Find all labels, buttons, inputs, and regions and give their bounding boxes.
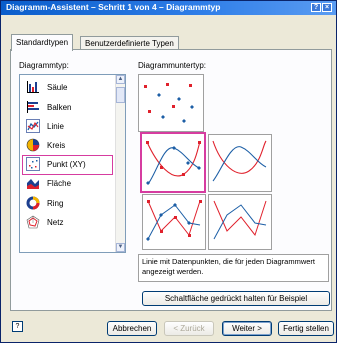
column-chart-icon [27,81,39,93]
scroll-up-button[interactable]: ▲ [116,75,125,84]
area-chart-icon [27,179,39,189]
next-button[interactable]: Weiter > [222,321,272,336]
finish-button[interactable]: Fertig stellen [278,321,334,336]
scroll-down-button[interactable]: ▼ [116,243,125,252]
list-item-doughnut[interactable]: Ring [23,195,112,213]
pie-chart-icon [26,138,40,152]
list-item-label: Linie [47,122,64,131]
hold-for-preview-button[interactable]: Schaltfläche gedrückt halten für Beispie… [142,291,330,306]
line-straight-preview [213,200,267,240]
chart-wizard-dialog: Diagramm-Assistent – Schritt 1 von 4 – D… [0,0,337,343]
radar-chart-icon [26,215,40,229]
window-title: Diagramm-Assistent – Schritt 1 von 4 – D… [6,2,221,12]
subtype-scatter-points[interactable] [138,74,204,132]
doughnut-chart-icon [26,196,40,210]
back-button[interactable]: < Zurück [164,321,214,336]
title-bar: Diagramm-Assistent – Schritt 1 von 4 – D… [1,1,336,15]
help-icon[interactable]: ? [12,321,23,332]
chart-subtype-label: Diagrammuntertyp: [138,61,207,70]
scatter-chart-icon [26,157,40,171]
close-button[interactable]: × [322,3,332,12]
list-item-area[interactable]: Fläche [23,175,112,193]
subtype-smoothed-line[interactable] [208,134,272,192]
scatter-points-preview [144,83,194,123]
list-item-label: Netz [47,218,64,227]
line-with-markers-preview [146,141,201,185]
subtype-line-with-markers[interactable] [140,132,206,193]
list-item-label: Kreis [47,141,66,150]
subtype-line-straight-markers[interactable] [142,194,206,250]
line-straight-markers-preview [146,200,202,241]
smoothed-line-preview [212,140,267,182]
bar-chart-icon [27,101,39,113]
line-chart-icon [26,119,40,133]
list-item-label: Ring [47,199,64,208]
list-item-scatter[interactable]: Punkt (XY) [22,155,113,175]
tab-custom-types[interactable]: Benutzerdefinierte Typen [80,36,179,50]
list-item-line[interactable]: Linie [23,118,112,136]
list-item-bar[interactable]: Balken [23,99,112,117]
list-item-radar[interactable]: Netz [23,214,112,232]
help-title-button[interactable]: ? [311,3,321,12]
list-item-label: Punkt (XY) [47,160,86,169]
scroll-thumb[interactable] [116,87,125,103]
tab-panel: Diagrammtyp: Säule Balken Linie Kreis Pu… [10,49,332,311]
list-item-label: Balken [47,103,72,112]
subtype-description: Linie mit Datenpunkten, die für jeden Di… [138,254,329,282]
list-item-label: Säule [47,83,68,92]
chart-type-label: Diagrammtyp: [19,61,69,70]
chart-type-list[interactable]: Säule Balken Linie Kreis Punkt (XY) Fläc… [19,74,126,253]
subtype-line-straight[interactable] [208,194,272,250]
tab-standard-types[interactable]: Standardtypen [11,34,74,51]
chart-type-scrollbar[interactable]: ▲ ▼ [115,75,125,252]
cancel-button[interactable]: Abbrechen [107,321,157,336]
list-item-label: Fläche [47,179,72,188]
list-item-column[interactable]: Säule [23,79,112,97]
list-item-pie[interactable]: Kreis [23,137,112,155]
